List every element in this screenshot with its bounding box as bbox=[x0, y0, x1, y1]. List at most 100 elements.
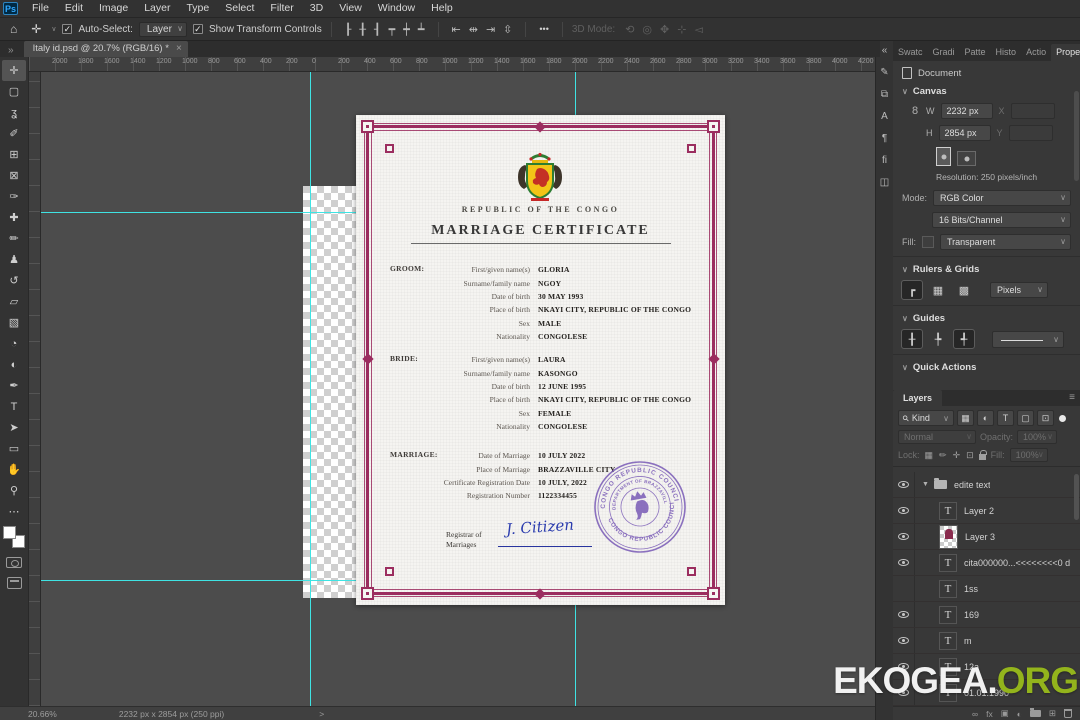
canvas-viewport[interactable]: REPUBLIC OF THE CONGO MARRIAGE CERTIFICA… bbox=[41, 72, 875, 706]
lock-transparency-icon[interactable]: ▦ bbox=[925, 450, 934, 461]
new-group-icon[interactable] bbox=[1029, 708, 1041, 717]
menu-edit[interactable]: Edit bbox=[57, 0, 91, 17]
guide-horizontal-2[interactable] bbox=[41, 580, 356, 581]
link-dimensions-icon[interactable]: 8 bbox=[910, 105, 920, 117]
collapse-panels-icon[interactable]: « bbox=[882, 45, 888, 56]
layer-filter-kind-dropdown[interactable]: ⚲ Kind bbox=[898, 410, 954, 426]
menu-select[interactable]: Select bbox=[217, 0, 262, 17]
align-left-icon[interactable]: ┠ bbox=[341, 23, 356, 36]
quick-selection-tool[interactable]: ✐ bbox=[2, 123, 26, 144]
visibility-toggle[interactable] bbox=[893, 550, 915, 575]
delete-layer-icon[interactable] bbox=[1064, 709, 1072, 718]
tab-gradi[interactable]: Gradi bbox=[928, 44, 960, 61]
menu-type[interactable]: Type bbox=[178, 0, 217, 17]
add-layer-mask-icon[interactable]: ▣ bbox=[1001, 708, 1009, 719]
zoom-tool[interactable]: ⚲ bbox=[2, 480, 26, 501]
height-field[interactable]: 2854 px bbox=[938, 125, 991, 141]
distribute-vertical-icon[interactable]: ⇳ bbox=[499, 23, 516, 36]
menu-filter[interactable]: Filter bbox=[262, 0, 301, 17]
toggle-grid-icon[interactable]: ▦ bbox=[928, 281, 948, 299]
healing-brush-tool[interactable]: ✚ bbox=[2, 207, 26, 228]
menu-file[interactable]: File bbox=[24, 0, 57, 17]
lock-position-icon[interactable]: ✛ bbox=[953, 450, 961, 461]
layer-row[interactable]: T 169 bbox=[893, 602, 1080, 628]
3d-pan-icon[interactable]: ✥ bbox=[656, 23, 673, 36]
new-layer-icon[interactable]: ⊞ bbox=[1049, 708, 1056, 719]
vertical-ruler[interactable] bbox=[29, 72, 41, 706]
document-tab[interactable]: Italy id.psd @ 20.7% (RGB/16) * × bbox=[23, 41, 188, 57]
landscape-orientation-button[interactable] bbox=[957, 151, 976, 166]
lock-artboard-icon[interactable]: ⊡ bbox=[966, 450, 974, 461]
type-tool[interactable]: T bbox=[2, 396, 26, 417]
layer-row[interactable]: ▼ edite text bbox=[893, 472, 1080, 498]
lasso-tool[interactable]: ʓ bbox=[2, 102, 26, 123]
align-right-icon[interactable]: ┨ bbox=[370, 23, 385, 36]
home-icon[interactable]: ⌂ bbox=[6, 22, 21, 36]
align-top-icon[interactable]: ┯ bbox=[385, 23, 400, 36]
layer-row[interactable]: T 1ss bbox=[893, 576, 1080, 602]
glyphs-panel-icon[interactable]: ﬁ bbox=[882, 155, 887, 166]
clear-guides-icon[interactable]: ╃ bbox=[953, 329, 975, 349]
close-tab-icon[interactable]: × bbox=[176, 41, 182, 57]
horizontal-ruler[interactable]: 2000 1800 1600 1400 1200 1000 800 600 400 200 0 200… bbox=[29, 57, 875, 72]
opacity-field[interactable]: 100% bbox=[1017, 430, 1058, 444]
status-options-arrow[interactable]: > bbox=[319, 709, 324, 719]
filter-type-layers-icon[interactable]: T bbox=[997, 410, 1014, 426]
fill-swatch[interactable] bbox=[922, 236, 934, 248]
history-brush-tool[interactable]: ↺ bbox=[2, 270, 26, 291]
lock-pixels-icon[interactable]: ✏ bbox=[939, 450, 947, 461]
align-center-h-icon[interactable]: ╂ bbox=[355, 23, 370, 36]
rulers-grids-section-header[interactable]: ∨ Rulers & Grids bbox=[902, 264, 1071, 275]
filter-adjustment-layers-icon[interactable]: ◐ bbox=[977, 410, 994, 426]
lock-all-icon[interactable] bbox=[978, 449, 987, 460]
preset-chevron-icon[interactable]: ∨ bbox=[51, 25, 56, 33]
tab-patte[interactable]: Patte bbox=[960, 44, 991, 61]
layer-fill-field[interactable]: 100% bbox=[1009, 448, 1048, 462]
visibility-toggle[interactable] bbox=[893, 472, 915, 497]
character-panel-icon[interactable]: A bbox=[881, 111, 888, 122]
menu-3d[interactable]: 3D bbox=[302, 0, 331, 17]
filter-shape-layers-icon[interactable]: ▢ bbox=[1017, 410, 1034, 426]
layer-row[interactable]: T Layer 2 bbox=[893, 498, 1080, 524]
crop-tool[interactable]: ⊞ bbox=[2, 144, 26, 165]
foreground-color-swatch[interactable] bbox=[3, 526, 16, 539]
properties-scrollbar[interactable] bbox=[1074, 91, 1079, 181]
quick-actions-section-header[interactable]: ∨ Quick Actions bbox=[902, 362, 1071, 373]
hand-tool[interactable]: ✋ bbox=[2, 459, 26, 480]
more-tools[interactable]: ⋯ bbox=[2, 501, 26, 522]
blend-mode-dropdown[interactable]: Normal bbox=[898, 430, 976, 444]
menu-window[interactable]: Window bbox=[370, 0, 423, 17]
canvas-section-header[interactable]: ∨ Canvas bbox=[902, 86, 1071, 97]
blur-tool[interactable]: ◔ bbox=[2, 333, 26, 354]
menu-view[interactable]: View bbox=[331, 0, 370, 17]
marriage-certificate-document[interactable]: REPUBLIC OF THE CONGO MARRIAGE CERTIFICA… bbox=[356, 115, 725, 605]
filter-smart-objects-icon[interactable]: ⊡ bbox=[1037, 410, 1054, 426]
tab-layers[interactable]: Layers bbox=[893, 390, 943, 406]
toggle-pixel-grid-icon[interactable]: ▩ bbox=[954, 281, 974, 299]
group-chevron-icon[interactable]: ▼ bbox=[922, 481, 929, 488]
layer-row[interactable]: Tm bbox=[893, 628, 1080, 654]
visibility-toggle[interactable] bbox=[893, 628, 915, 653]
align-middle-icon[interactable]: ┿ bbox=[399, 23, 414, 36]
visibility-toggle[interactable] bbox=[893, 498, 915, 523]
ruler-units-dropdown[interactable]: Pixels bbox=[990, 282, 1048, 298]
tab-actio[interactable]: Actio bbox=[1021, 44, 1051, 61]
clone-stamp-tool[interactable]: ♟ bbox=[2, 249, 26, 270]
guide-style-dropdown[interactable] bbox=[992, 330, 1064, 348]
menu-layer[interactable]: Layer bbox=[136, 0, 178, 17]
eyedropper-tool[interactable]: ✑ bbox=[2, 186, 26, 207]
tab-swatc[interactable]: Swatc bbox=[893, 44, 928, 61]
portrait-orientation-button[interactable] bbox=[936, 147, 951, 166]
layer-effects-icon[interactable]: fx bbox=[986, 709, 993, 719]
toggle-rulers-icon[interactable]: ┏ bbox=[901, 280, 923, 300]
tab-properties[interactable]: Properties bbox=[1051, 44, 1080, 61]
filter-toggle-icon[interactable] bbox=[1059, 414, 1066, 422]
frame-tool[interactable]: ⊠ bbox=[2, 165, 26, 186]
guide-horizontal-1[interactable] bbox=[41, 212, 356, 213]
toolbar-overflow-icon[interactable]: » bbox=[8, 45, 14, 56]
new-adjustment-layer-icon[interactable]: ◐ bbox=[1017, 709, 1022, 719]
move-tool-preset-icon[interactable]: ✛ bbox=[27, 22, 45, 36]
3d-slide-icon[interactable]: ⊹ bbox=[673, 23, 690, 36]
color-mode-dropdown[interactable]: RGB Color bbox=[933, 190, 1071, 206]
libraries-panel-icon[interactable]: ◫ bbox=[880, 177, 889, 188]
